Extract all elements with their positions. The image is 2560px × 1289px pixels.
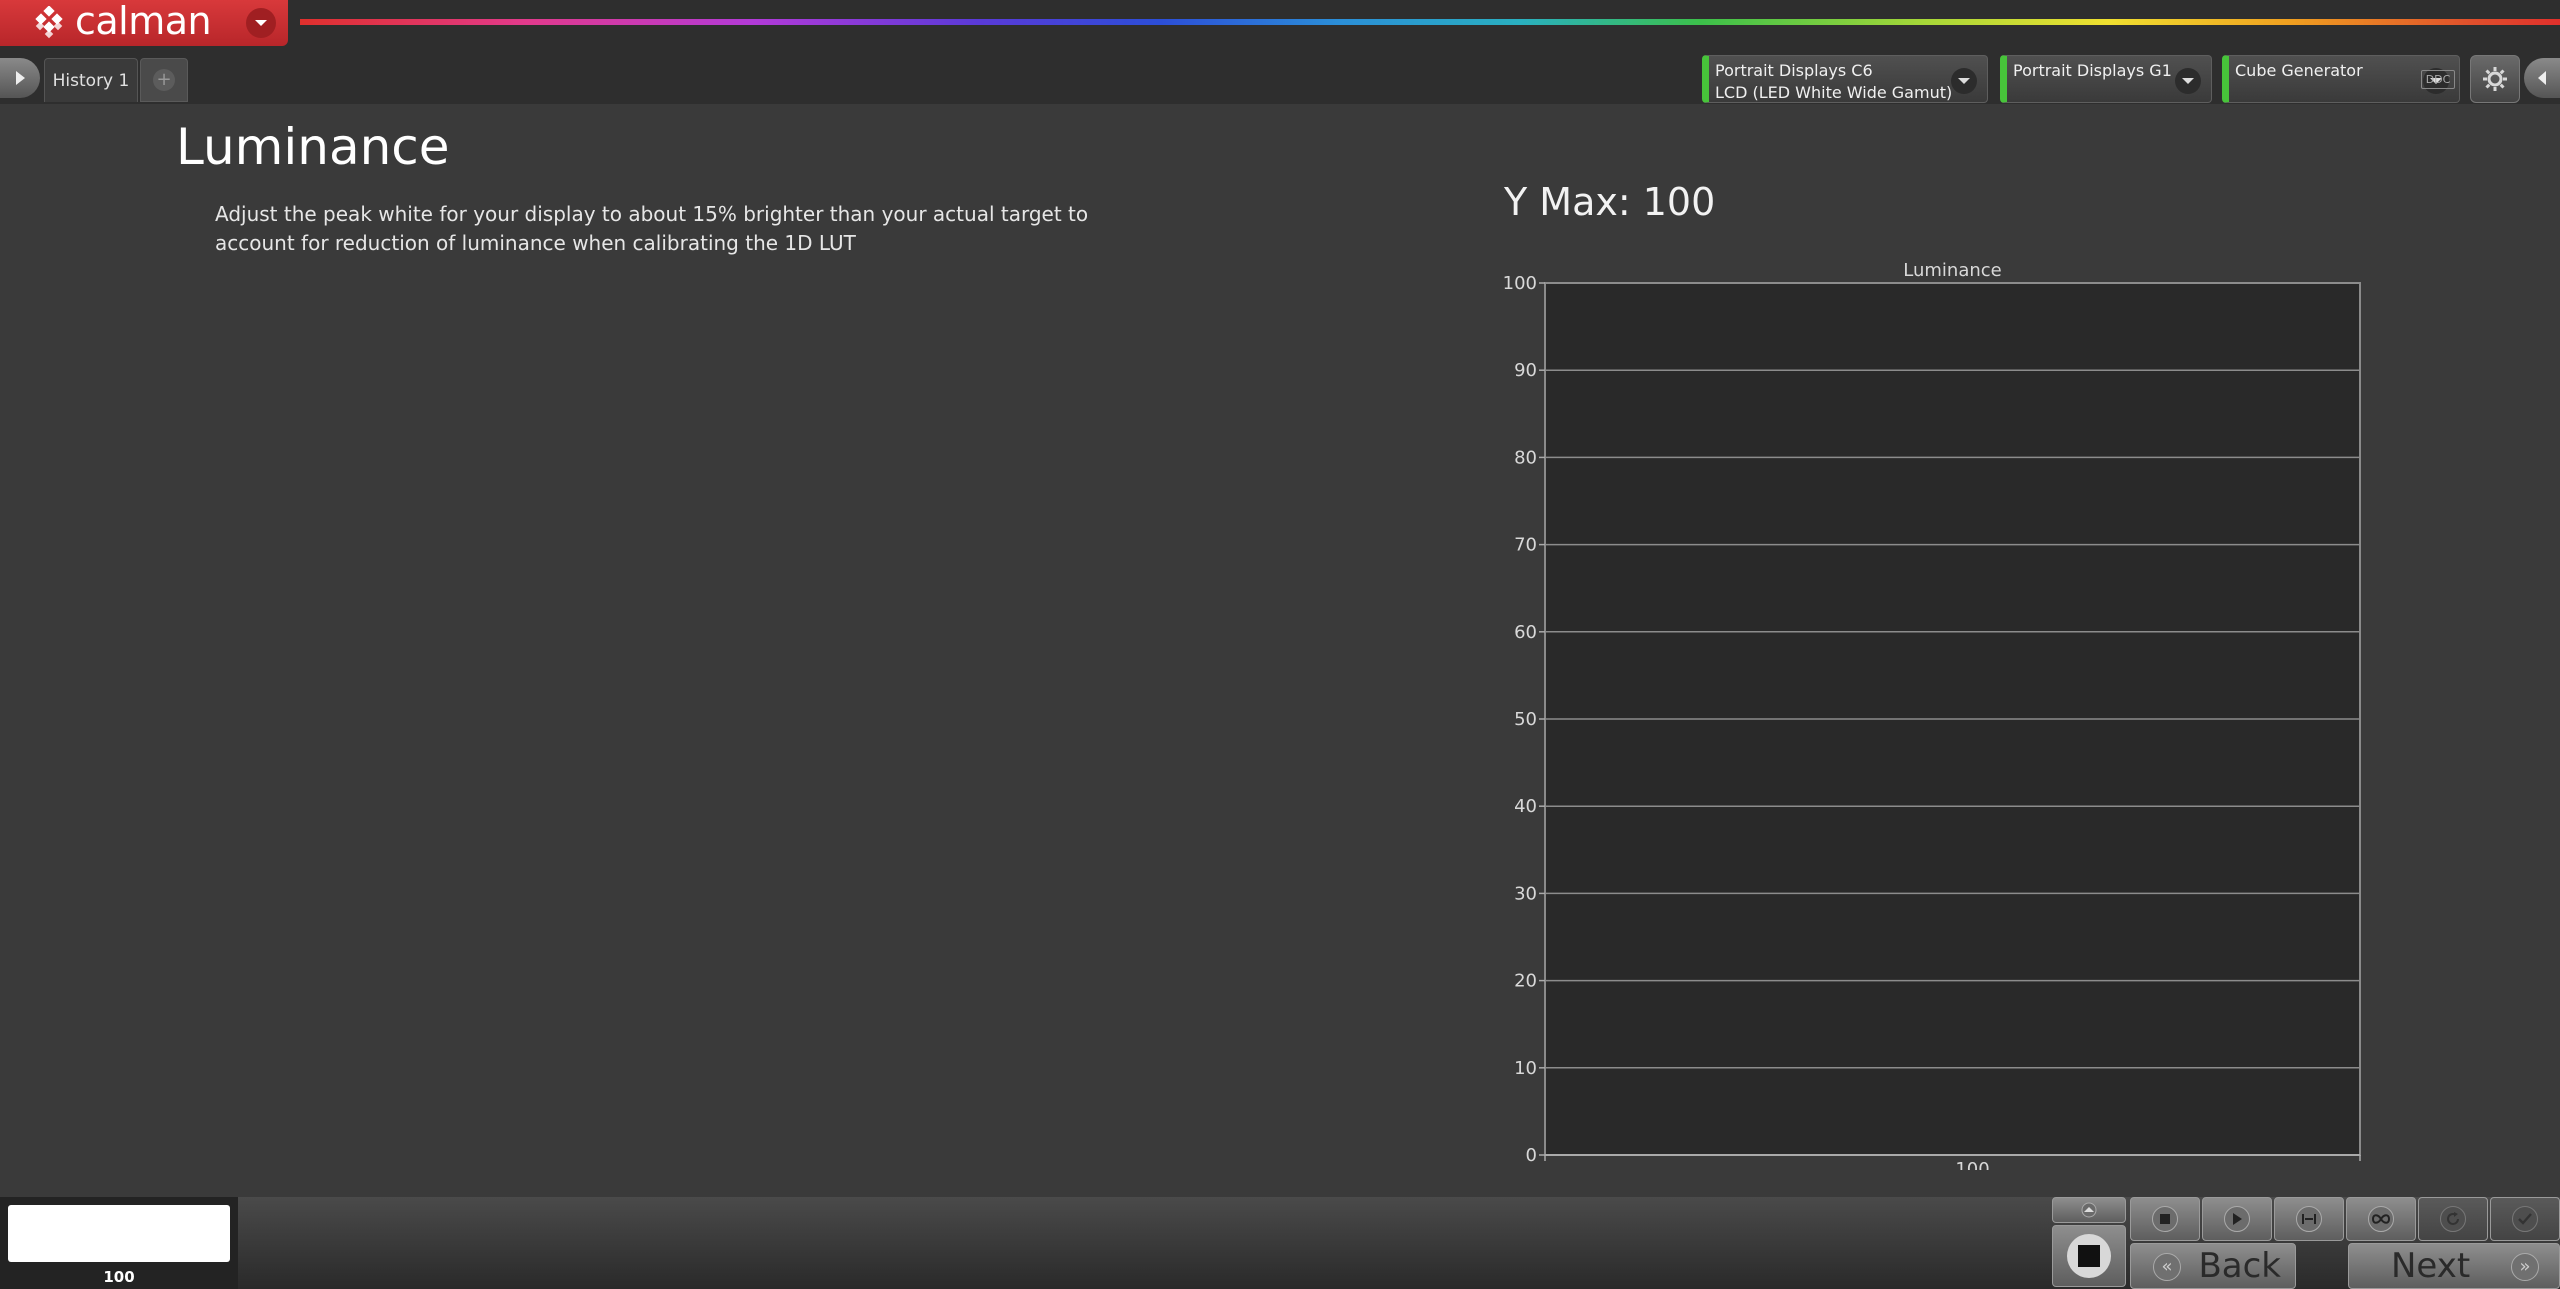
- meter-mode: LCD (LED White Wide Gamut): [1715, 83, 1953, 102]
- add-tab-button[interactable]: +: [140, 58, 188, 102]
- meter-selector[interactable]: Portrait Displays C6 LCD (LED White Wide…: [1702, 55, 1988, 103]
- y-tick-label: 90: [1514, 360, 1537, 381]
- display-selector[interactable]: Portrait Displays G1: [2000, 55, 2212, 103]
- stop-icon: [2067, 1234, 2111, 1278]
- continuous-read-button[interactable]: [2346, 1197, 2416, 1241]
- luminance-chart: Luminance 0 10 20 30 40 50 60 70 80 90 100 100: [1490, 250, 2370, 1170]
- stop-button[interactable]: [2130, 1197, 2200, 1241]
- step-icon: [2296, 1206, 2322, 1232]
- refresh-icon: [2440, 1206, 2466, 1232]
- color-swatch[interactable]: [8, 1205, 230, 1262]
- swatch-label: 100: [103, 1268, 135, 1286]
- next-button[interactable]: Next »: [2348, 1243, 2560, 1289]
- x-tick-label: 100: [1955, 1159, 1989, 1170]
- back-label: Back: [2198, 1246, 2281, 1286]
- back-button[interactable]: « Back: [2130, 1243, 2296, 1289]
- next-label: Next: [2391, 1246, 2471, 1286]
- meter-name: Portrait Displays C6: [1715, 61, 1873, 80]
- chevron-left-icon[interactable]: [2524, 58, 2560, 98]
- double-chevron-left-icon: «: [2153, 1253, 2181, 1281]
- app-name: calman: [75, 0, 212, 43]
- settings-button[interactable]: [2470, 55, 2520, 103]
- y-tick-label: 30: [1514, 883, 1537, 904]
- chevron-down-icon[interactable]: [2175, 68, 2201, 94]
- refresh-button[interactable]: [2418, 1197, 2488, 1241]
- play-icon: [2224, 1206, 2250, 1232]
- y-tick-label: 10: [1514, 1058, 1537, 1079]
- ddc-icon: DDC: [2420, 69, 2456, 89]
- check-icon: [2512, 1206, 2538, 1232]
- chevron-down-icon[interactable]: [246, 8, 276, 38]
- stop-measure-button[interactable]: [2052, 1225, 2126, 1287]
- y-tick-label: 80: [1514, 447, 1537, 468]
- tab-label: History 1: [52, 70, 130, 91]
- y-tick-label: 50: [1514, 709, 1537, 730]
- chevron-up-icon: [2081, 1202, 2097, 1218]
- chevron-down-icon[interactable]: [1951, 68, 1977, 94]
- y-tick-label: 60: [1514, 622, 1537, 643]
- rainbow-bar: [300, 19, 2560, 25]
- y-max-readout: Y Max: 100: [1504, 180, 1716, 224]
- ddc-button[interactable]: DDC: [2416, 62, 2460, 96]
- y-tick-label: 100: [1503, 273, 1537, 294]
- read-series-button[interactable]: [2274, 1197, 2344, 1241]
- play-icon[interactable]: [0, 58, 40, 98]
- instructions-text: Adjust the peak white for your display t…: [215, 202, 1089, 255]
- y-tick-label: 0: [1526, 1145, 1537, 1166]
- tab-history-1[interactable]: History 1: [44, 58, 138, 102]
- workflow-controls: « Back Next »: [2050, 1197, 2560, 1289]
- collapse-button[interactable]: [2052, 1197, 2126, 1223]
- loop-icon: [2368, 1206, 2394, 1232]
- luminance-chart-svg: Luminance 0 10 20 30 40 50 60 70 80 90 100 100: [1503, 260, 2361, 1170]
- y-tick-label: 20: [1514, 971, 1537, 992]
- page-title: Luminance: [176, 118, 450, 176]
- read-button[interactable]: [2202, 1197, 2272, 1241]
- plus-icon: +: [153, 69, 175, 91]
- chart-title: Luminance: [1903, 260, 2001, 281]
- calman-logo-icon: [35, 6, 63, 39]
- app-logo-menu[interactable]: calman: [0, 0, 288, 46]
- double-chevron-right-icon: »: [2511, 1253, 2539, 1281]
- y-tick-label: 70: [1514, 535, 1537, 556]
- gear-icon: [2483, 67, 2507, 91]
- stop-icon: [2152, 1206, 2178, 1232]
- accept-button[interactable]: [2490, 1197, 2560, 1241]
- y-tick-label: 40: [1514, 796, 1537, 817]
